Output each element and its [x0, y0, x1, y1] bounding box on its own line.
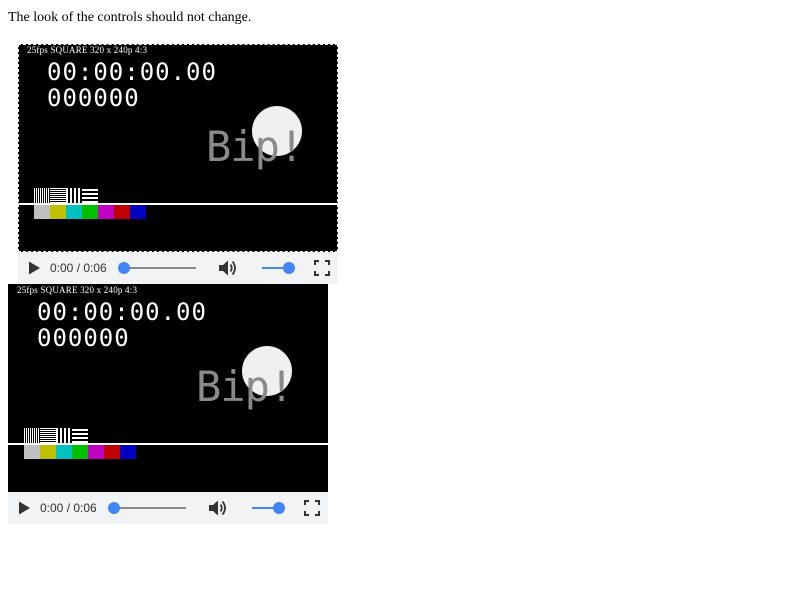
volume-slider[interactable] [252, 501, 286, 515]
fullscreen-icon [314, 260, 330, 276]
color-bar [24, 445, 40, 459]
seek-track [124, 267, 196, 269]
fullscreen-button[interactable] [304, 500, 320, 516]
play-button[interactable] [16, 500, 32, 516]
video-frame-count: 000000 [37, 324, 130, 352]
color-bar [104, 445, 120, 459]
video-frame-count: 000000 [47, 84, 140, 112]
test-patterns [34, 188, 98, 203]
bip-text: Bip! [196, 362, 294, 411]
video-frame[interactable]: 25fps SQUARE 320 x 240p 4:3 00:00:00.00 … [18, 44, 338, 252]
color-bars [34, 205, 146, 219]
video-caption: 25fps SQUARE 320 x 240p 4:3 [17, 285, 138, 295]
play-button[interactable] [26, 260, 42, 276]
seek-slider[interactable] [108, 501, 188, 515]
color-bar [114, 205, 130, 219]
mute-button[interactable] [208, 499, 228, 517]
media-controls: 0:00 / 0:06 [18, 252, 338, 284]
video-player-1[interactable]: 25fps SQUARE 320 x 240p 4:3 00:00:00.00 … [18, 44, 338, 284]
volume-thumb[interactable] [283, 262, 295, 274]
test-patterns [24, 428, 88, 443]
mute-button[interactable] [218, 259, 238, 277]
fullscreen-button[interactable] [314, 260, 330, 276]
color-bar [120, 445, 136, 459]
bip-text: Bip! [206, 122, 304, 171]
color-bar [72, 445, 88, 459]
color-bar [88, 445, 104, 459]
color-bars [24, 445, 136, 459]
color-bar [130, 205, 146, 219]
volume-slider[interactable] [262, 261, 296, 275]
seek-thumb[interactable] [108, 502, 120, 514]
color-bar [56, 445, 72, 459]
seek-slider[interactable] [118, 261, 198, 275]
volume-thumb[interactable] [273, 502, 285, 514]
color-bar [66, 205, 82, 219]
volume-icon [209, 500, 226, 516]
fullscreen-icon [304, 500, 320, 516]
instruction-text: The look of the controls should not chan… [8, 10, 252, 25]
media-controls: 0:00 / 0:06 [8, 492, 328, 524]
video-frame[interactable]: 25fps SQUARE 320 x 240p 4:3 00:00:00.00 … [8, 284, 328, 492]
time-display: 0:00 / 0:06 [40, 501, 97, 515]
color-bar [40, 445, 56, 459]
video-player-2[interactable]: 25fps SQUARE 320 x 240p 4:3 00:00:00.00 … [8, 284, 328, 524]
color-bar [50, 205, 66, 219]
color-bar [34, 205, 50, 219]
color-bar [98, 205, 114, 219]
play-icon [29, 261, 40, 275]
time-display: 0:00 / 0:06 [50, 261, 107, 275]
volume-icon [219, 260, 236, 276]
video-timecode: 00:00:00.00 [47, 58, 217, 86]
video-timecode: 00:00:00.00 [37, 298, 207, 326]
color-bar [82, 205, 98, 219]
seek-track [114, 507, 186, 509]
seek-thumb[interactable] [118, 262, 130, 274]
video-caption: 25fps SQUARE 320 x 240p 4:3 [27, 45, 148, 55]
play-icon [19, 501, 30, 515]
